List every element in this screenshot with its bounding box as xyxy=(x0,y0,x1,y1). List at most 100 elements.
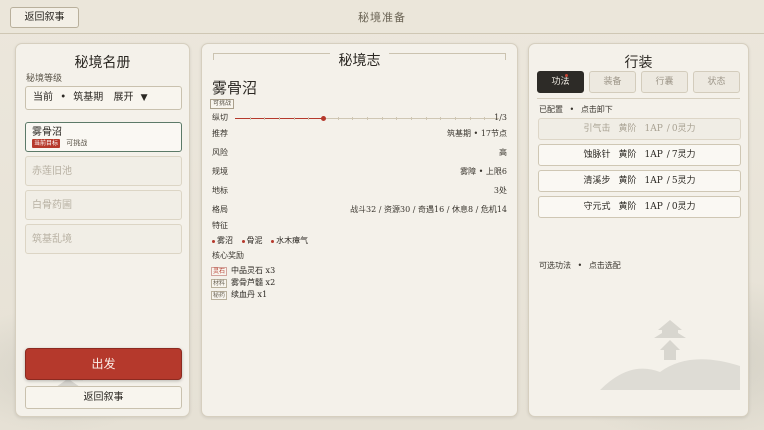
reward-chip: 灵石 xyxy=(211,267,228,276)
skill-slot[interactable]: 蚀脉针 黄阶 1AP/7灵力 xyxy=(538,144,741,166)
realm-name: 雾骨沼 xyxy=(212,79,258,97)
info-row-risk: 风险 高 xyxy=(212,146,507,160)
tab-status[interactable]: 状态 xyxy=(693,71,740,93)
tab-equipment[interactable]: 装备 xyxy=(589,71,636,93)
progress-marker xyxy=(321,116,326,121)
realm-card-name: 雾骨沼 xyxy=(32,127,62,138)
skill-name: 守元式 xyxy=(583,202,611,212)
skill-slot[interactable]: 守元式 黄阶 1AP/0灵力 xyxy=(538,196,741,218)
skill-cost: 0灵力 xyxy=(671,202,696,212)
tab-label: 行囊 xyxy=(655,77,674,87)
skill-ap: 1AP xyxy=(644,202,663,212)
info-value: 战斗32 / 资源30 / 奇遇16 / 休息8 / 危机14 xyxy=(350,205,507,214)
info-value: 高 xyxy=(499,148,507,157)
challengeable-note: 可挑战 xyxy=(66,139,88,147)
tab-bag[interactable]: 行囊 xyxy=(641,71,688,93)
realm-card-wugu-marsh[interactable]: 雾骨沼 当前目标 可挑战 xyxy=(25,122,182,152)
features-label: 特征 xyxy=(212,221,228,230)
progress-tick xyxy=(308,117,310,120)
reward-item: 材料 雾骨芦髓 x2 xyxy=(211,278,275,288)
tab-label: 功法 xyxy=(551,77,570,87)
info-row-recommend: 推荐 筑基期 • 17节点 xyxy=(212,127,507,141)
available-hint-text: 点击选配 xyxy=(588,261,621,270)
progress-tick xyxy=(264,117,266,120)
back-to-story-button-bottom[interactable]: 返回叙事 xyxy=(25,386,182,409)
skill-ap: 1AP xyxy=(644,124,663,134)
status-chip: 可挑战 xyxy=(210,99,235,109)
reward-text: 中品灵石 x3 xyxy=(231,266,276,275)
info-key: 地标 xyxy=(212,186,228,195)
realm-card-chilian-pool[interactable]: 赤莲旧池 xyxy=(25,156,182,186)
chevron-down-icon: ▼ xyxy=(140,93,148,103)
top-bar: 返回叙事 秘境准备 xyxy=(0,0,764,34)
dot-sep: • xyxy=(569,105,575,114)
realm-level-label: 秘境等级 xyxy=(26,74,63,84)
skill-slot[interactable]: 清溪步 黄阶 1AP/5灵力 xyxy=(538,170,741,192)
progress-track xyxy=(235,116,499,121)
info-key: 推荐 xyxy=(212,129,228,138)
tab-skills[interactable]: 功法 xyxy=(537,71,584,93)
divider xyxy=(537,98,740,99)
active-dot-icon xyxy=(565,74,568,77)
progress-tick xyxy=(396,117,398,120)
progress-tick xyxy=(484,117,486,120)
realm-list-panel: 秘境名册 秘境等级 当前 • 筑基期 展开 ▼ 雾骨沼 当前目标 可挑战 赤莲旧… xyxy=(15,43,190,417)
skill-cost: 0灵力 xyxy=(671,124,696,134)
features-list: 雾沼 骨泥 水木瘴气 xyxy=(212,235,314,246)
progress-tick xyxy=(455,117,456,120)
feature-tag: 骨泥 xyxy=(241,236,263,245)
progress-tick xyxy=(381,117,383,120)
features-label-row: 特征 xyxy=(212,219,507,233)
skill-grade: 黄阶 xyxy=(618,202,637,212)
progress-row: 纵切 1/3 xyxy=(212,111,507,125)
dropdown-current: 当前 xyxy=(33,92,53,103)
info-key: 风险 xyxy=(212,148,228,157)
progress-tick xyxy=(440,117,442,120)
reward-text: 雾骨芦髓 x2 xyxy=(231,278,276,287)
info-key: 规境 xyxy=(212,167,228,176)
progress-tick xyxy=(279,117,280,120)
skill-grade: 黄阶 xyxy=(618,150,637,160)
realm-list-title: 秘境名册 xyxy=(74,55,131,71)
realm-card-name: 白骨药圃 xyxy=(32,200,72,211)
loadout-title: 行装 xyxy=(624,55,653,71)
progress-tick xyxy=(337,117,339,120)
progress-tick xyxy=(411,117,412,120)
equipped-label: 已配置 xyxy=(539,105,563,114)
info-row-landmarks: 地标 3处 xyxy=(212,184,507,198)
info-value: 筑基期 • 17节点 xyxy=(447,129,507,138)
dropdown-level: 筑基期 xyxy=(73,92,104,103)
rewards-label: 核心奖励 xyxy=(212,251,244,260)
reward-chip: 秘药 xyxy=(211,291,228,300)
info-value: 3处 xyxy=(493,186,507,195)
skill-ap: 1AP xyxy=(644,176,663,186)
current-target-badge: 当前目标 xyxy=(32,139,61,148)
skill-cost: 7灵力 xyxy=(671,150,696,160)
feature-tag: 雾沼 xyxy=(212,236,233,245)
progress-tick xyxy=(293,117,295,120)
progress-tick xyxy=(352,117,354,120)
skill-ap: 1AP xyxy=(644,150,663,160)
realm-level-dropdown[interactable]: 当前 • 筑基期 展开 ▼ xyxy=(25,86,182,110)
skill-grade: 黄阶 xyxy=(618,176,637,186)
reward-item: 灵石 中品灵石 x3 xyxy=(211,266,275,276)
dropdown-sep: • xyxy=(60,92,67,103)
realm-card-baigu-garden[interactable]: 白骨药圃 xyxy=(25,190,182,220)
available-hint: 可选功法 • 点击选配 xyxy=(539,260,621,271)
realm-info-panel: 秘境志 雾骨沼 可挑战 纵切 1/3 推荐 筑基期 • 17节点 风险 高 规境… xyxy=(201,43,518,417)
info-value: 雾障 • 上限6 xyxy=(460,167,507,176)
realm-card-name: 筑基乱境 xyxy=(32,234,72,245)
info-row-rules: 规境 雾障 • 上限6 xyxy=(212,165,507,179)
progress-label: 纵切 xyxy=(212,113,228,122)
tab-label: 状态 xyxy=(707,77,726,87)
available-label: 可选功法 xyxy=(539,261,571,270)
realm-card-name: 赤莲旧池 xyxy=(32,166,72,177)
skill-slot[interactable]: 引气击 黄阶 1AP/0灵力 xyxy=(538,118,741,140)
realm-card-zhuji-chaos[interactable]: 筑基乱境 xyxy=(25,224,182,254)
depart-button[interactable]: 出发 xyxy=(25,348,182,380)
reward-item: 秘药 续血丹 x1 xyxy=(211,290,267,300)
info-row-layout: 格局 战斗32 / 资源30 / 奇遇16 / 休息8 / 危机14 xyxy=(212,203,507,217)
pagoda-landscape-decoration xyxy=(600,320,740,390)
reward-text: 续血丹 x1 xyxy=(231,290,268,299)
equipped-hint: 已配置 • 点击卸下 xyxy=(539,104,613,115)
